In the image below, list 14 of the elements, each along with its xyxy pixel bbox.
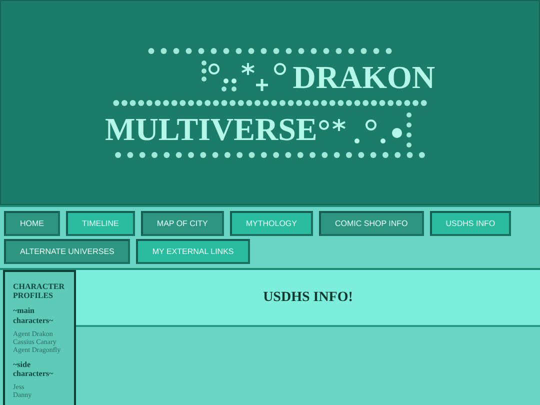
nav-button[interactable]: MY EXTERNAL LINKS — [136, 239, 250, 264]
page-heading: USDHS INFO! — [263, 290, 353, 306]
nav-button[interactable]: MAP OF CITY — [140, 211, 224, 236]
sidebar-title: CHARACTER PROFILES — [13, 282, 66, 300]
nav-button[interactable]: HOME — [4, 211, 60, 236]
section-heading: ~main characters~ — [13, 306, 54, 325]
nav-button[interactable]: USDHS INFO — [430, 211, 512, 236]
nav-button[interactable]: COMIC SHOP INFO — [319, 211, 424, 236]
logo-text: DRAKON — [292, 60, 435, 92]
nav-button[interactable]: MYTHOLOGY — [230, 211, 313, 236]
section-heading: ~side characters~ — [13, 360, 54, 378]
nav-button[interactable]: ALTERNATE UNIVERSES — [4, 239, 130, 264]
nav-button[interactable]: TIMELINE — [66, 211, 135, 236]
logo-text: MULTIVERSE — [105, 112, 318, 144]
